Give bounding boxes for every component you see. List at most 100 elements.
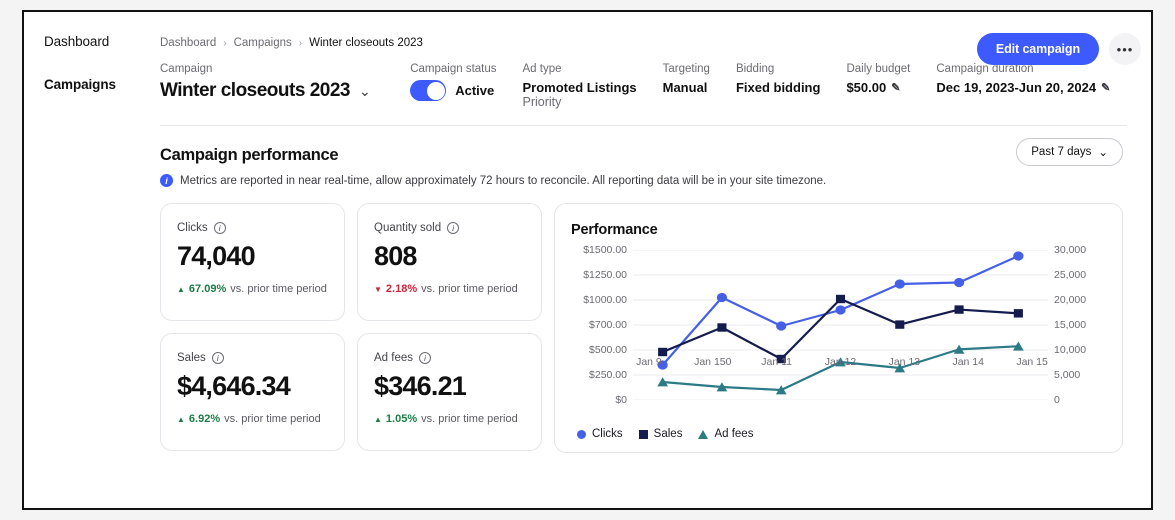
sidebar-item-campaigns[interactable]: Campaigns <box>44 77 160 92</box>
metric-label: Quantity sold i <box>374 222 525 234</box>
legend-marker-triangle-icon <box>698 429 709 439</box>
metric-delta-value: 6.92% <box>188 413 221 425</box>
toggle-knob <box>426 81 445 100</box>
legend-marker-circle-icon <box>577 429 586 439</box>
date-range-selector[interactable]: Past 7 days ⌄ <box>1016 138 1123 166</box>
info-icon[interactable]: i <box>419 352 431 364</box>
metric-delta-caption: vs. prior time period <box>421 413 518 425</box>
sidebar: Dashboard Campaigns <box>24 12 160 508</box>
y-tick-left: $250.00 <box>589 369 627 381</box>
info-icon[interactable]: i <box>213 222 226 234</box>
y-tick-right: 15,000 <box>1054 319 1087 331</box>
metric-card-ad-fees[interactable]: Ad fees i $346.21 ▲ 1.05% vs. prior time… <box>357 333 542 451</box>
y-tick-right: 30,000 <box>1054 244 1087 256</box>
x-tick: Jan 15 <box>1016 356 1048 368</box>
chart-plot-area: $0 $250.00 $500.00 $700.00 $1000.00 $1250.00 $… <box>571 244 1106 406</box>
campaign-name: Winter closeouts 2023 <box>160 80 350 101</box>
chart-point[interactable] <box>953 277 965 288</box>
sidebar-item-dashboard[interactable]: Dashboard <box>44 34 160 49</box>
x-tick: Jan 14 <box>952 356 984 368</box>
legend-label: Sales <box>653 428 683 440</box>
status-label: Active <box>455 83 495 98</box>
info-icon: i <box>160 174 173 187</box>
breadcrumb-item-dashboard[interactable]: Dashboard <box>160 37 216 49</box>
metric-delta-value: 1.05% <box>385 413 418 425</box>
edit-pencil-icon[interactable]: ✎ <box>1101 81 1110 94</box>
y-tick-right: 20,000 <box>1054 294 1087 306</box>
metric-delta-value: 67.09% <box>188 283 227 295</box>
bidding-value: Fixed bidding <box>735 80 821 95</box>
summary-label-bidding: Bidding <box>735 63 775 75</box>
summary-field-duration: Campaign duration Dec 19, 2023-Jun 20, 2… <box>936 63 1136 95</box>
campaign-performance-section: Campaign performance i Metrics are repor… <box>160 126 1151 453</box>
metric-value: 74,040 <box>177 241 256 271</box>
summary-label-targeting: Targeting <box>662 63 710 75</box>
edit-campaign-button[interactable]: Edit campaign <box>976 33 1099 65</box>
metric-card-clicks[interactable]: Clicks i 74,040 ▲ 67.09% vs. prior time … <box>160 203 345 321</box>
y-tick-right: 10,000 <box>1054 344 1087 356</box>
metric-label: Clicks i <box>177 222 328 234</box>
metric-label-text: Ad fees <box>374 352 413 364</box>
summary-label-daily-budget: Daily budget <box>846 63 911 75</box>
campaign-summary-bar: Campaign Winter closeouts 2023 ⌄ Campaig… <box>160 63 1151 125</box>
summary-field-status: Campaign status Active <box>396 63 522 101</box>
chevron-down-icon[interactable]: ⌄ <box>359 83 371 100</box>
chart-point[interactable] <box>658 347 668 357</box>
breadcrumb-separator-icon: › <box>298 37 303 49</box>
chart-point[interactable] <box>716 292 728 303</box>
legend-item-sales[interactable]: Sales <box>638 428 683 440</box>
campaign-selector[interactable]: Winter closeouts 2023 ⌄ <box>160 80 371 102</box>
legend-label: Ad fees <box>714 428 754 440</box>
y-tick-right: 0 <box>1054 394 1060 406</box>
metric-label-text: Clicks <box>177 222 208 234</box>
legend-label: Clicks <box>592 428 623 440</box>
metric-delta: ▼ 2.18% vs. prior time period <box>374 283 525 295</box>
edit-pencil-icon[interactable]: ✎ <box>891 81 900 94</box>
legend-item-ad-fees[interactable]: Ad fees <box>698 428 753 440</box>
summary-label-campaign: Campaign <box>160 63 213 75</box>
trend-up-icon: ▲ <box>177 414 185 424</box>
info-icon[interactable]: i <box>211 352 224 364</box>
chart-point[interactable] <box>1013 309 1023 318</box>
x-tick: Jan 12 <box>824 356 857 368</box>
info-icon[interactable]: i <box>447 222 460 234</box>
trend-up-icon: ▲ <box>177 284 185 294</box>
metric-card-quantity-sold[interactable]: Quantity sold i 808 ▼ 2.18% vs. prior ti… <box>357 203 542 321</box>
trend-down-icon: ▼ <box>374 284 382 294</box>
chart-point[interactable] <box>894 279 905 289</box>
chart-canvas <box>633 250 1048 400</box>
y-tick-left: $1000.00 <box>583 294 627 306</box>
chart-point[interactable] <box>835 305 846 315</box>
metric-delta-caption: vs. prior time period <box>224 413 321 425</box>
y-tick-right: 5,000 <box>1054 369 1081 381</box>
metric-value: 808 <box>374 241 417 271</box>
chart-title: Performance <box>571 222 658 238</box>
x-tick: Jan 9 <box>636 356 662 368</box>
y-tick-right: 25,000 <box>1054 269 1087 281</box>
daily-budget-value: $50.00 <box>846 80 887 95</box>
chart-x-axis: Jan 9 Jan 150 Jan 11 Jan 12 Jan 13 Jan 14 Jan … <box>617 356 1064 368</box>
chart-point[interactable] <box>835 294 846 304</box>
legend-marker-square-icon <box>638 429 648 439</box>
chart-point[interactable] <box>954 305 964 314</box>
x-tick: Jan 13 <box>888 356 921 368</box>
campaign-status-toggle[interactable]: Active <box>410 80 496 101</box>
metric-card-sales[interactable]: Sales i $4,646.34 ▲ 6.92% vs. prior time… <box>160 333 345 451</box>
metric-delta: ▲ 67.09% vs. prior time period <box>177 283 328 295</box>
metric-label: Sales i <box>177 352 328 364</box>
date-range-label: Past 7 days <box>1031 146 1092 158</box>
breadcrumb-item-campaigns[interactable]: Campaigns <box>234 37 292 49</box>
y-tick-left: $1500.00 <box>583 244 627 256</box>
metrics-and-chart-row: Clicks i 74,040 ▲ 67.09% vs. prior time … <box>160 203 1151 453</box>
ad-type-subvalue: Priority <box>522 95 562 109</box>
summary-label-ad-type: Ad type <box>522 63 562 75</box>
breadcrumb-separator-icon: › <box>223 37 227 49</box>
toggle-switch[interactable] <box>410 80 447 101</box>
chart-point[interactable] <box>1013 251 1024 261</box>
chart-point[interactable] <box>717 323 727 332</box>
chart-point[interactable] <box>895 320 905 329</box>
chart-point[interactable] <box>776 321 787 331</box>
legend-item-clicks[interactable]: Clicks <box>577 428 623 440</box>
more-options-button[interactable]: ••• <box>1109 33 1141 65</box>
chevron-down-icon: ⌄ <box>1098 147 1108 159</box>
